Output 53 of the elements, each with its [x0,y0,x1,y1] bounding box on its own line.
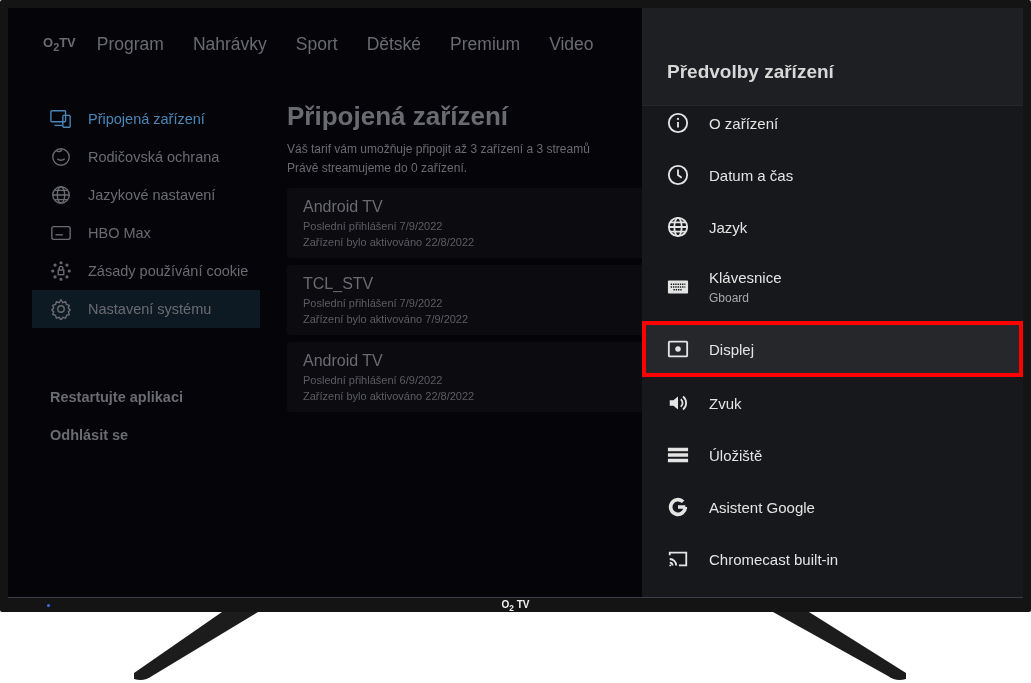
clock-icon [667,164,689,186]
nav-tab[interactable]: Premium [450,33,521,55]
tv-brand-logo: O$_{2}$ TV [501,598,530,613]
last-login-text: Poslední přihlášení 6/9/2022 [303,373,443,388]
activation-text: Zařízení bylo aktivováno 22/8/2022 [303,389,475,404]
page-title: Připojená zařízení [287,100,510,133]
device-name: TCL_STV [303,274,374,294]
sidebar-item[interactable]: Zásady používání cookie [32,252,260,290]
settings-item[interactable]: O zařízení [642,97,1023,149]
power-led-icon [47,604,50,607]
app-logo: O$_{2}$TV [43,35,76,53]
face-icon [50,146,72,168]
menu-link[interactable]: Restartujte aplikaci [32,378,183,416]
description-text: Právě streamujeme do 0 zařízení. [287,160,469,177]
settings-item[interactable]: Asistent Google [642,481,1023,533]
sidebar-item[interactable]: HBO Max [32,214,260,252]
display-icon [667,338,689,360]
globe-icon [667,216,689,238]
activation-text: Zařízení bylo aktivováno 22/8/2022 [303,235,475,250]
description-text: Váš tarif vám umožňuje připojit až 3 zařízení a 3 streamů [287,141,591,158]
globe-icon [50,184,72,206]
settings-item[interactable]: Displej [642,321,1023,377]
last-login-text: Poslední přihlášení 7/9/2022 [303,219,443,234]
cookie-icon [50,260,72,282]
sidebar-item[interactable]: Jazykové nastavení [32,176,260,214]
panel-title: Předvolby zařízení [667,61,834,83]
settings-item[interactable]: Chromecast built-in [642,533,1023,585]
menu-link[interactable]: Odhlásit se [32,416,129,454]
device-name: Android TV [303,197,383,217]
settings-item[interactable]: Zvuk [642,377,1023,429]
device-card[interactable]: TCL_STV Poslední přihlášení 7/9/2022 Zařízení bylo aktivováno 7/9/2022 [287,265,642,335]
info-icon [667,112,689,134]
settings-item[interactable]: Úložiště [642,429,1023,481]
settings-item[interactable]: Datum a čas [642,149,1023,201]
device-card[interactable]: Android TV Poslední přihlášení 7/9/2022 Zařízení bylo aktivováno 22/8/2022 [287,188,642,258]
nav-tab[interactable]: Program [96,33,164,55]
device-card[interactable]: Android TV Poslední přihlášení 6/9/2022 Zařízení bylo aktivováno 22/8/2022 [287,342,642,412]
last-login-text: Poslední přihlášení 7/9/2022 [303,296,443,311]
sidebar-item[interactable]: Připojená zařízení [32,100,260,138]
nav-tab[interactable]: Video [549,33,594,55]
device-name: Android TV [303,351,383,371]
nav-tab[interactable]: Dětské [366,33,422,55]
settings-item[interactable]: Jazyk [642,201,1023,253]
sidebar-item[interactable]: Rodičovská ochrana [32,138,260,176]
nav-tab[interactable]: Nahrávky [192,33,267,55]
devices-icon [50,108,72,130]
g-logo-icon [667,496,689,518]
item-subtitle: Gboard [709,291,751,305]
nav-tab[interactable]: Sport [295,33,338,55]
sidebar-item[interactable]: Nastavení systému [32,290,260,328]
settings-item[interactable]: Klávesnice Gboard [642,253,1023,321]
activation-text: Zařízení bylo aktivováno 7/9/2022 [303,312,469,327]
settings-icon [50,298,72,320]
